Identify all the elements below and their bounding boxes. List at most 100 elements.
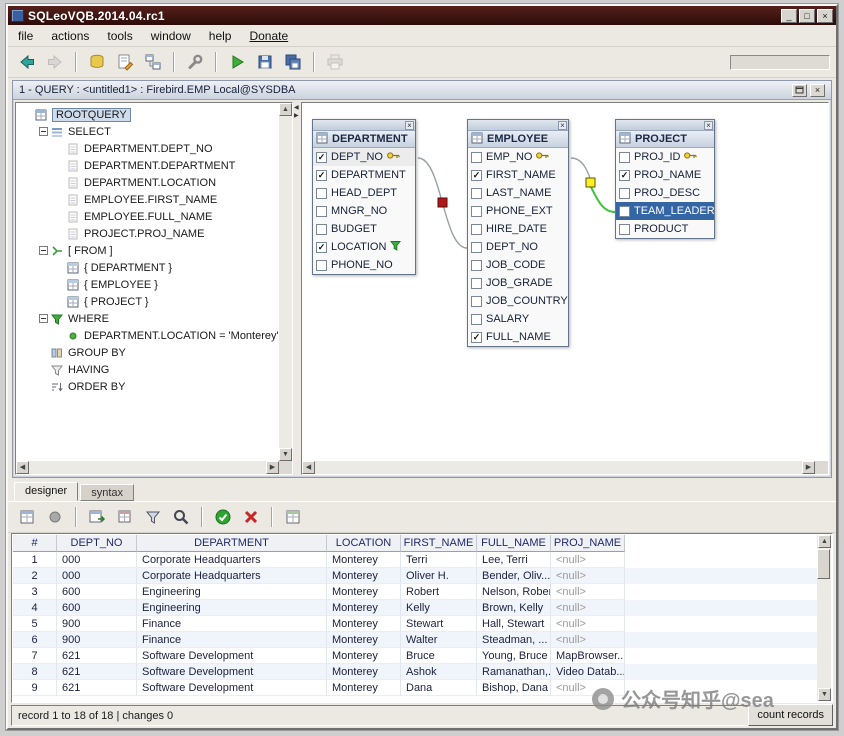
menu-help[interactable]: help xyxy=(209,29,232,43)
cell[interactable]: Finance xyxy=(137,616,327,632)
record-icon[interactable] xyxy=(42,505,68,529)
column-row-last_name[interactable]: LAST_NAME xyxy=(468,184,568,202)
cell[interactable]: Monterey xyxy=(327,584,401,600)
cell[interactable]: Corporate Headquarters xyxy=(137,568,327,584)
column-checkbox[interactable] xyxy=(471,278,482,289)
cell[interactable]: Monterey xyxy=(327,616,401,632)
table-row[interactable]: 7621Software DevelopmentMontereyBruceYou… xyxy=(13,648,817,664)
tree-item-having[interactable]: HAVING xyxy=(17,361,278,378)
cell[interactable]: 2 xyxy=(13,568,57,584)
diagram-horizontal-scrollbar[interactable]: ◀ ▶ xyxy=(302,461,815,474)
cell[interactable]: 6 xyxy=(13,632,57,648)
close-icon[interactable]: × xyxy=(558,121,567,130)
cell[interactable]: Ramanathan,... xyxy=(477,664,551,680)
column-row-phone_ext[interactable]: PHONE_EXT xyxy=(468,202,568,220)
close-icon[interactable]: × xyxy=(405,121,414,130)
cell[interactable]: <null> xyxy=(551,584,625,600)
cell[interactable]: Monterey xyxy=(327,664,401,680)
tree-item-department-dept-no[interactable]: DEPARTMENT.DEPT_NO xyxy=(17,140,278,157)
column-checkbox[interactable]: ✓ xyxy=(619,170,630,181)
column-row-job_country[interactable]: JOB_COUNTRY xyxy=(468,292,568,310)
rollback-icon[interactable] xyxy=(238,505,264,529)
cell[interactable]: Engineering xyxy=(137,600,327,616)
column-header-first_name[interactable]: FIRST_NAME xyxy=(401,535,477,552)
tree-item-employee[interactable]: { EMPLOYEE } xyxy=(17,276,278,293)
scroll-up-icon[interactable]: ▲ xyxy=(818,535,831,548)
scroll-right-icon[interactable]: ▶ xyxy=(266,461,279,474)
query-frame-titlebar[interactable]: 1 - QUERY : <untitled1> : Firebird.EMP L… xyxy=(13,81,831,100)
run-icon[interactable] xyxy=(224,50,250,74)
cell[interactable]: Corporate Headquarters xyxy=(137,552,327,568)
filter-icon[interactable] xyxy=(140,505,166,529)
menu-donate[interactable]: Donate xyxy=(249,29,288,43)
close-icon[interactable]: × xyxy=(704,121,713,130)
tree-vertical-scrollbar[interactable]: ▲ ▼ xyxy=(279,103,292,461)
tree-item-department[interactable]: { DEPARTMENT } xyxy=(17,259,278,276)
print-icon[interactable] xyxy=(322,50,348,74)
cell[interactable]: Monterey xyxy=(327,648,401,664)
collapse-right-icon[interactable]: ▶ xyxy=(294,112,299,119)
cell[interactable]: Robert xyxy=(401,584,477,600)
cell[interactable]: 4 xyxy=(13,600,57,616)
cell[interactable]: <null> xyxy=(551,600,625,616)
column-checkbox[interactable] xyxy=(316,206,327,217)
cell[interactable]: Walter xyxy=(401,632,477,648)
save-icon[interactable] xyxy=(252,50,278,74)
column-row-budget[interactable]: BUDGET xyxy=(313,220,415,238)
table-card-titlebar[interactable]: × xyxy=(313,120,415,131)
transpose-grid-icon[interactable] xyxy=(112,505,138,529)
column-checkbox[interactable]: ✓ xyxy=(471,170,482,181)
cell[interactable]: <null> xyxy=(551,568,625,584)
column-row-head_dept[interactable]: HEAD_DEPT xyxy=(313,184,415,202)
cell[interactable]: 3 xyxy=(13,584,57,600)
menu-file[interactable]: file xyxy=(18,29,33,43)
table-row[interactable]: 2000Corporate HeadquartersMontereyOliver… xyxy=(13,568,817,584)
diagram-icon[interactable] xyxy=(140,50,166,74)
tree-item-order-by[interactable]: ORDER BY xyxy=(17,378,278,395)
column-checkbox[interactable] xyxy=(619,188,630,199)
table-row[interactable]: 3600EngineeringMontereyRobertNelson, Rob… xyxy=(13,584,817,600)
scroll-down-icon[interactable]: ▼ xyxy=(279,448,292,461)
column-row-phone_no[interactable]: PHONE_NO xyxy=(313,256,415,274)
cell[interactable]: Software Development xyxy=(137,664,327,680)
column-row-job_grade[interactable]: JOB_GRADE xyxy=(468,274,568,292)
tree-item-select[interactable]: SELECT xyxy=(17,123,278,140)
cell[interactable]: <null> xyxy=(551,552,625,568)
table-card-titlebar[interactable]: × xyxy=(616,120,714,131)
table-card-header[interactable]: EMPLOYEE xyxy=(468,131,568,148)
table-row[interactable]: 8621Software DevelopmentMontereyAshokRam… xyxy=(13,664,817,680)
title-bar[interactable]: SQLeoVQB.2014.04.rc1 _□× xyxy=(8,6,836,25)
column-row-proj_name[interactable]: ✓PROJ_NAME xyxy=(616,166,714,184)
cell[interactable]: 000 xyxy=(57,552,137,568)
cell[interactable]: 5 xyxy=(13,616,57,632)
column-row-emp_no[interactable]: EMP_NO xyxy=(468,148,568,166)
column-row-proj_id[interactable]: PROJ_ID xyxy=(616,148,714,166)
column-checkbox[interactable] xyxy=(316,188,327,199)
commit-icon[interactable] xyxy=(210,505,236,529)
cell[interactable]: Bruce xyxy=(401,648,477,664)
column-checkbox[interactable]: ✓ xyxy=(316,152,327,163)
tree-item-where[interactable]: WHERE xyxy=(17,310,278,327)
column-header-dept_no[interactable]: DEPT_NO xyxy=(57,535,137,552)
cell[interactable]: Hall, Stewart xyxy=(477,616,551,632)
table-row[interactable]: 5900FinanceMontereyStewartHall, Stewart<… xyxy=(13,616,817,632)
scrollbar-thumb[interactable] xyxy=(817,549,830,579)
pivot-icon[interactable] xyxy=(280,505,306,529)
collapse-left-icon[interactable]: ◀ xyxy=(294,104,299,111)
frame-close-icon[interactable]: × xyxy=(810,84,825,97)
scroll-right-icon[interactable]: ▶ xyxy=(802,461,815,474)
scroll-down-icon[interactable]: ▼ xyxy=(818,688,831,701)
preferences-icon[interactable] xyxy=(182,50,208,74)
cell[interactable]: <null> xyxy=(551,616,625,632)
column-checkbox[interactable] xyxy=(471,224,482,235)
table-card-header[interactable]: DEPARTMENT xyxy=(313,131,415,148)
column-header-location[interactable]: LOCATION xyxy=(327,535,401,552)
scroll-left-icon[interactable]: ◀ xyxy=(16,461,29,474)
maximize-button[interactable]: □ xyxy=(799,9,815,23)
cell[interactable]: 900 xyxy=(57,616,137,632)
count-records-button[interactable]: count records xyxy=(748,704,833,726)
column-header-rownum[interactable]: # xyxy=(13,535,57,552)
datasource-icon[interactable] xyxy=(84,50,110,74)
column-checkbox[interactable] xyxy=(471,260,482,271)
tree-item-project-proj-name[interactable]: PROJECT.PROJ_NAME xyxy=(17,225,278,242)
